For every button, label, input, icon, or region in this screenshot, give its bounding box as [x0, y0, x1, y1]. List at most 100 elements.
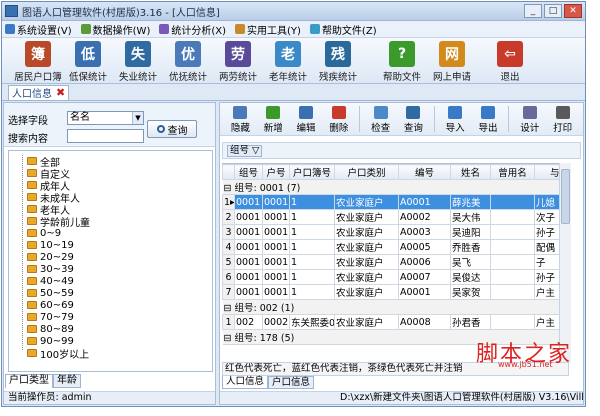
person-icon: 劳	[225, 41, 251, 67]
edit-button[interactable]: 编辑	[294, 106, 319, 134]
column-header[interactable]: 姓名	[450, 164, 491, 180]
chart-icon	[159, 24, 170, 34]
person-icon: 优	[175, 41, 201, 67]
tree-item[interactable]: 10~19	[27, 239, 74, 251]
table-row[interactable]: 2 0001 0001 1 农业家庭户 A0002 吴大伟 次子	[222, 209, 569, 225]
query-button[interactable]: 查询	[147, 120, 197, 138]
table-header: 组号 户号 户口簿号 户口类别 编号 姓名 曾用名 与户	[222, 164, 569, 180]
close-tab-icon[interactable]: ✖	[56, 86, 65, 99]
group-row[interactable]: ⊟ 组号: 0001 (7)	[222, 179, 569, 195]
scrollbar-thumb[interactable]	[561, 169, 570, 224]
tab-age[interactable]: 年龄	[53, 374, 81, 388]
column-header[interactable]: 组号	[234, 164, 263, 180]
tree-item[interactable]: 0~9	[27, 227, 61, 239]
check-button[interactable]: 检查	[368, 106, 393, 134]
folder-icon	[27, 349, 37, 357]
printer-icon	[555, 106, 570, 119]
data-icon	[80, 24, 91, 34]
elderly-stats-button[interactable]: 老老年统计	[264, 41, 312, 83]
menu-tools[interactable]: 实用工具(Y)	[235, 22, 301, 37]
unemployment-stats-button[interactable]: 失失业统计	[114, 41, 162, 83]
tree-item[interactable]: 70~79	[27, 311, 74, 323]
person-icon: 老	[275, 41, 301, 67]
person-icon: 残	[325, 41, 351, 67]
maximize-button[interactable]: □	[544, 4, 562, 18]
tree-item[interactable]: 60~69	[27, 299, 74, 311]
tree-item[interactable]: 80~89	[27, 323, 74, 335]
menu-help[interactable]: 帮助文件(Z)	[309, 22, 377, 37]
tree-item[interactable]: 50~59	[27, 287, 74, 299]
tree-item[interactable]: 100岁以上	[27, 347, 89, 361]
column-header[interactable]: 曾用名	[490, 164, 535, 180]
ex-prisoner-stats-button[interactable]: 劳两劳统计	[214, 41, 262, 83]
menu-data[interactable]: 数据操作(W)	[80, 22, 150, 37]
tab-population-info-bottom[interactable]: 人口信息	[222, 376, 269, 389]
menu-system[interactable]: 系统设置(V)	[5, 22, 72, 37]
collapse-icon[interactable]: ⊟	[224, 333, 235, 344]
tree-item[interactable]: 30~39	[27, 263, 74, 275]
table-row[interactable]: 3 0001 0001 1 农业家庭户 A0003 吴迪阳 孙子	[222, 224, 569, 240]
app-icon	[5, 5, 18, 17]
tree-item[interactable]: 学龄前儿童	[27, 215, 90, 229]
household-book-button[interactable]: 簿居民户口簿	[14, 41, 62, 83]
import-icon	[448, 106, 463, 119]
table-row[interactable]: 7 0001 0001 1 农业家庭户 A0001 吴家贺 户主	[222, 284, 569, 300]
close-button[interactable]: ✕	[564, 4, 582, 18]
import-button[interactable]: 导入	[443, 106, 468, 134]
folder-icon	[27, 181, 37, 189]
exit-button[interactable]: ⇦ 退出	[486, 41, 534, 83]
group-by-bar[interactable]: 组号 ▽	[222, 142, 581, 159]
edit-icon	[299, 106, 314, 119]
folder-icon	[27, 337, 37, 345]
help-file-button[interactable]: ? 帮助文件	[378, 41, 426, 83]
design-button[interactable]: 设计	[517, 106, 542, 134]
tab-household-info[interactable]: 户口信息	[268, 376, 315, 389]
column-header[interactable]: 编号	[398, 164, 451, 180]
table-row[interactable]: 5 0001 0001 1 农业家庭户 A0006 吴飞子	[222, 254, 569, 270]
folder-icon	[27, 193, 37, 201]
disability-stats-button[interactable]: 残残疾统计	[314, 41, 362, 83]
table-row[interactable]: 10020002东关熙委002农业家庭户A0008孙君香户主	[222, 314, 569, 330]
low-income-stats-button[interactable]: 低低保统计	[64, 41, 112, 83]
group-row[interactable]: ⊟ 组号: 002 (1)	[222, 299, 569, 315]
field-select[interactable]: 名名 ▼	[67, 111, 144, 125]
hide-button[interactable]: 隐藏	[228, 106, 253, 134]
row-number: 4	[222, 239, 235, 255]
menu-stats[interactable]: 统计分析(X)	[159, 22, 226, 37]
search-input[interactable]	[67, 129, 144, 143]
delete-button[interactable]: 删除	[326, 106, 351, 134]
group-by-chip[interactable]: 组号 ▽	[227, 145, 263, 157]
data-grid[interactable]: 组号 户号 户口簿号 户口类别 编号 姓名 曾用名 与户 ⊟ 组号: 0001 …	[222, 163, 569, 362]
folder-icon	[27, 301, 37, 309]
operator-status: 当前操作员: admin	[4, 391, 215, 404]
minimize-button[interactable]: _	[524, 4, 542, 18]
column-header[interactable]: 户口类别	[334, 164, 399, 180]
grid-query-button[interactable]: 查询	[401, 106, 426, 134]
table-row[interactable]: 6 0001 0001 1 农业家庭户 A0007 吴俊达 孙子	[222, 269, 569, 285]
table-row[interactable]: 1▸ 0001 0001 1 农业家庭户 A0001 薛兆美 儿媳	[222, 194, 569, 210]
print-button[interactable]: 打印	[550, 106, 575, 134]
veterans-stats-button[interactable]: 优优抚统计	[164, 41, 212, 83]
table-row[interactable]: 4 0001 0001 1 农业家庭户 A0005 乔胜香 配偶	[222, 239, 569, 255]
add-button[interactable]: 新增	[261, 106, 286, 134]
tab-household-type[interactable]: 户口类型	[5, 374, 53, 388]
row-number: 1	[222, 314, 235, 330]
online-apply-button[interactable]: 网网上申请	[428, 41, 476, 83]
column-header[interactable]: 户号	[262, 164, 290, 180]
vertical-scrollbar[interactable]	[559, 163, 571, 363]
column-header	[222, 164, 235, 180]
folder-icon	[27, 325, 37, 333]
collapse-icon[interactable]: ⊟	[224, 303, 235, 314]
export-button[interactable]: 导出	[476, 106, 501, 134]
folder-icon	[27, 253, 37, 261]
tab-population-info[interactable]: 人口信息 ✖	[8, 84, 70, 100]
title-bar[interactable]: 图语人口管理软件(村居版)3.16 - [人口信息] _ □ ✕	[2, 2, 585, 21]
collapse-icon[interactable]: ⊟	[224, 183, 235, 194]
category-tree[interactable]: 全部 自定义 成年人 未成年人 老年人 学龄前儿童 0~9 10~19 20~2…	[8, 150, 213, 372]
exit-icon: ⇦	[497, 41, 523, 67]
chevron-down-icon[interactable]: ▼	[132, 112, 143, 124]
tree-item[interactable]: 20~29	[27, 251, 74, 263]
column-header[interactable]: 户口簿号	[289, 164, 335, 180]
tree-item[interactable]: 40~49	[27, 275, 74, 287]
row-number: 2	[222, 209, 235, 225]
